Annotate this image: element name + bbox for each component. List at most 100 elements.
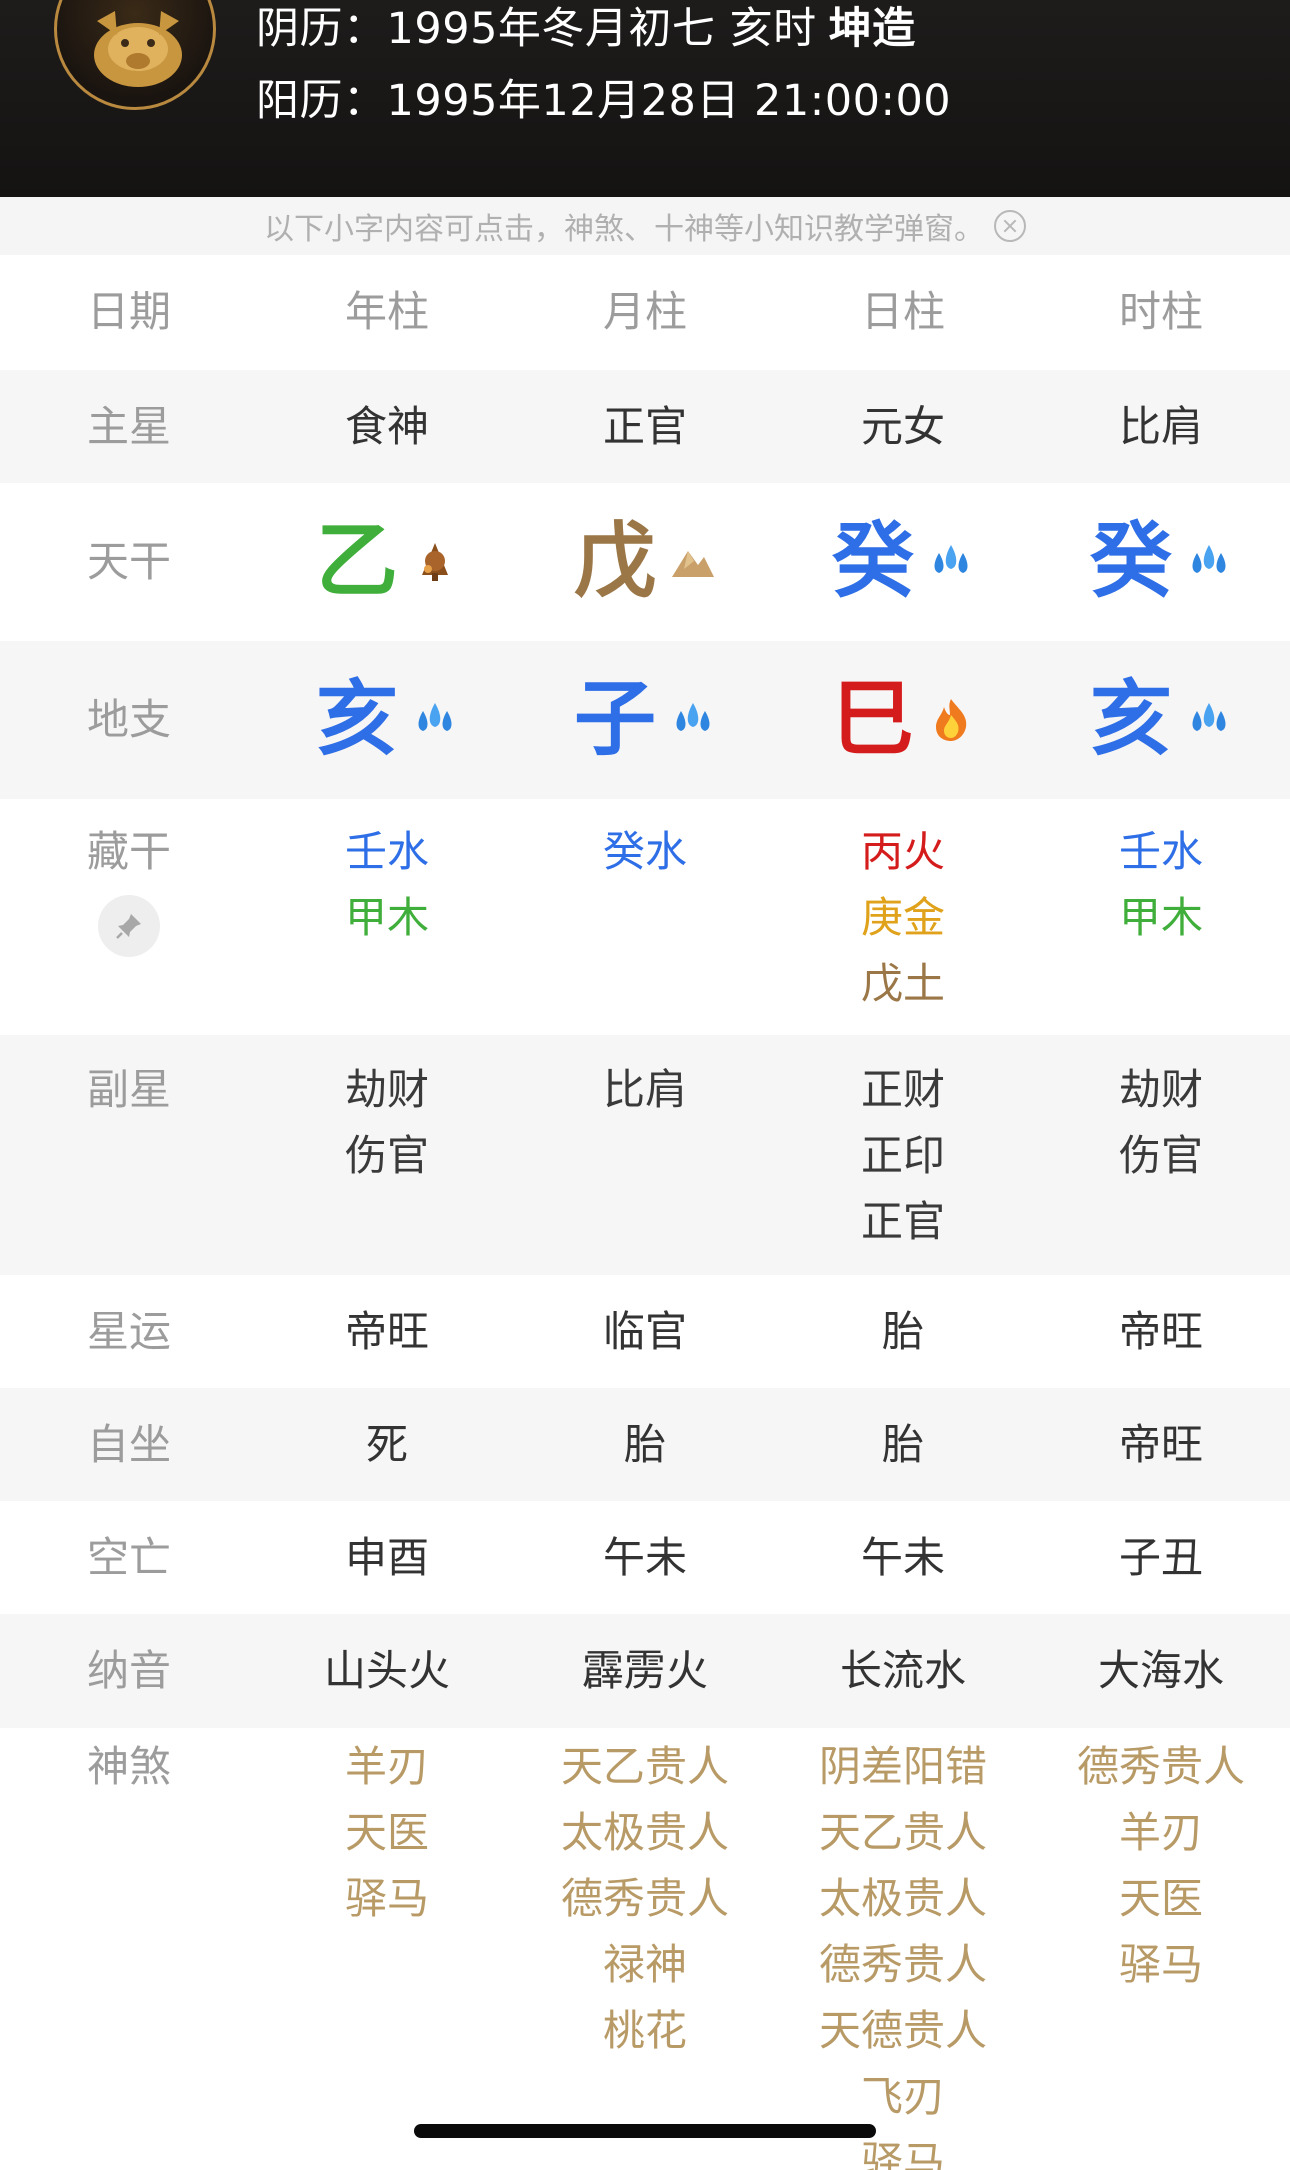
shensha-item[interactable]: 羊刃 <box>1032 1800 1290 1866</box>
main-star-year[interactable]: 食神 <box>258 394 516 460</box>
sub-star-item[interactable]: 正印 <box>774 1123 1032 1189</box>
earthly-branch-hour[interactable]: 亥 <box>1032 670 1290 770</box>
earthly-branch-day[interactable]: 巳 <box>774 670 1032 770</box>
heavenly-stem-hour[interactable]: 癸 <box>1032 512 1290 612</box>
sub-star-item[interactable]: 伤官 <box>1032 1123 1290 1189</box>
sub-star-month[interactable]: 比肩 <box>516 1057 774 1123</box>
hidden-stem-item[interactable]: 壬水 <box>1032 819 1290 885</box>
main-star-day[interactable]: 元女 <box>774 394 1032 460</box>
shensha-item[interactable]: 天德贵人 <box>774 1998 1032 2064</box>
self-seat-month[interactable]: 胎 <box>516 1412 774 1478</box>
star-luck-year[interactable]: 帝旺 <box>258 1299 516 1365</box>
kongwang-label[interactable]: 空亡 <box>0 1525 258 1591</box>
shensha-item[interactable]: 飞刃 <box>774 2064 1032 2130</box>
home-indicator[interactable] <box>414 2124 876 2138</box>
shensha-item[interactable]: 太极贵人 <box>516 1800 774 1866</box>
pin-toggle-button[interactable] <box>98 895 160 957</box>
sub-star-year[interactable]: 劫财 伤官 <box>258 1057 516 1189</box>
star-luck-month[interactable]: 临官 <box>516 1299 774 1365</box>
sub-star-item[interactable]: 正财 <box>774 1057 1032 1123</box>
shensha-item[interactable]: 桃花 <box>516 1998 774 2064</box>
self-seat-day[interactable]: 胎 <box>774 1412 1032 1478</box>
hidden-stem-row: 藏干 壬水 甲木 癸水 丙火 庚金 戊土 壬水 甲木 <box>0 799 1290 1035</box>
shensha-item[interactable]: 天乙贵人 <box>516 1734 774 1800</box>
shensha-year[interactable]: 羊刃 天医 驿马 <box>258 1734 516 1932</box>
nayin-label[interactable]: 纳音 <box>0 1638 258 1704</box>
hidden-stem-item[interactable]: 甲木 <box>258 885 516 951</box>
shensha-day[interactable]: 阴差阳错 天乙贵人 太极贵人 德秀贵人 天德贵人 飞刃 驿马 <box>774 1734 1032 2170</box>
shensha-item[interactable]: 德秀贵人 <box>1032 1734 1290 1800</box>
self-seat-year[interactable]: 死 <box>258 1412 516 1478</box>
hidden-stem-item[interactable]: 丙火 <box>774 819 1032 885</box>
shensha-item[interactable]: 天乙贵人 <box>774 1800 1032 1866</box>
sub-star-day[interactable]: 正财 正印 正官 <box>774 1057 1032 1255</box>
profile-header: 阴历：1995年冬月初七 亥时 坤造 阳历：1995年12月28日 21:00:0… <box>0 0 1290 197</box>
shensha-item[interactable]: 羊刃 <box>258 1734 516 1800</box>
hidden-stem-item[interactable]: 甲木 <box>1032 885 1290 951</box>
hidden-stem-month[interactable]: 癸水 <box>516 819 774 885</box>
hidden-stem-year[interactable]: 壬水 甲木 <box>258 819 516 951</box>
earthly-branch-label[interactable]: 地支 <box>0 687 258 753</box>
heavenly-stem-row: 天干 乙 戊 癸 癸 <box>0 483 1290 641</box>
sub-star-hour[interactable]: 劫财 伤官 <box>1032 1057 1290 1189</box>
hidden-stem-item[interactable]: 癸水 <box>516 819 774 885</box>
main-star-month[interactable]: 正官 <box>516 394 774 460</box>
earthly-branch-row: 地支 亥 子 巳 亥 <box>0 641 1290 799</box>
kongwang-year[interactable]: 申酉 <box>258 1525 516 1591</box>
nayin-day[interactable]: 长流水 <box>774 1638 1032 1704</box>
sub-star-item[interactable]: 伤官 <box>258 1123 516 1189</box>
main-star-row: 主星 食神 正官 元女 比肩 <box>0 370 1290 483</box>
sub-star-item[interactable]: 正官 <box>774 1189 1032 1255</box>
heavenly-stem-month[interactable]: 戊 <box>516 512 774 612</box>
kongwang-month[interactable]: 午未 <box>516 1525 774 1591</box>
close-icon[interactable] <box>994 210 1026 242</box>
stem-char: 乙 <box>315 514 398 609</box>
shensha-hour[interactable]: 德秀贵人 羊刃 天医 驿马 <box>1032 1734 1290 1998</box>
sub-star-item[interactable]: 劫财 <box>1032 1057 1290 1123</box>
star-luck-label[interactable]: 星运 <box>0 1299 258 1365</box>
kongwang-day[interactable]: 午未 <box>774 1525 1032 1591</box>
hidden-stem-day[interactable]: 丙火 庚金 戊土 <box>774 819 1032 1017</box>
main-star-hour[interactable]: 比肩 <box>1032 394 1290 460</box>
sub-star-label[interactable]: 副星 <box>0 1057 258 1123</box>
hidden-stem-item[interactable]: 壬水 <box>258 819 516 885</box>
shensha-item[interactable]: 驿马 <box>1032 1932 1290 1998</box>
shensha-item[interactable]: 德秀贵人 <box>516 1866 774 1932</box>
shensha-month[interactable]: 天乙贵人 太极贵人 德秀贵人 禄神 桃花 <box>516 1734 774 2064</box>
shensha-item[interactable]: 禄神 <box>516 1932 774 1998</box>
nayin-month[interactable]: 霹雳火 <box>516 1638 774 1704</box>
shensha-item[interactable]: 天医 <box>258 1800 516 1866</box>
earthly-branch-month[interactable]: 子 <box>516 670 774 770</box>
nayin-year[interactable]: 山头火 <box>258 1638 516 1704</box>
earthly-branch-year[interactable]: 亥 <box>258 670 516 770</box>
sub-star-item[interactable]: 劫财 <box>258 1057 516 1123</box>
shensha-label[interactable]: 神煞 <box>0 1734 258 1800</box>
water-element-icon <box>1192 545 1226 573</box>
stem-char: 戊 <box>573 514 656 609</box>
heavenly-stem-year[interactable]: 乙 <box>258 512 516 612</box>
heavenly-stem-label[interactable]: 天干 <box>0 529 258 595</box>
shensha-item[interactable]: 德秀贵人 <box>774 1932 1032 1998</box>
shensha-item[interactable]: 驿马 <box>258 1866 516 1932</box>
self-seat-label[interactable]: 自坐 <box>0 1412 258 1478</box>
hidden-stem-label[interactable]: 藏干 <box>0 819 258 885</box>
nayin-hour[interactable]: 大海水 <box>1032 1638 1290 1704</box>
main-star-label[interactable]: 主星 <box>0 394 258 460</box>
zodiac-pig-avatar[interactable] <box>54 0 216 110</box>
hidden-stem-item[interactable]: 戊土 <box>774 951 1032 1017</box>
kongwang-hour[interactable]: 子丑 <box>1032 1525 1290 1591</box>
pin-icon <box>116 914 141 939</box>
star-luck-hour[interactable]: 帝旺 <box>1032 1299 1290 1365</box>
fire-element-icon <box>936 699 967 741</box>
heavenly-stem-day[interactable]: 癸 <box>774 512 1032 612</box>
water-element-icon <box>418 703 452 731</box>
shensha-item[interactable]: 天医 <box>1032 1866 1290 1932</box>
self-seat-hour[interactable]: 帝旺 <box>1032 1412 1290 1478</box>
shensha-item[interactable]: 太极贵人 <box>774 1866 1032 1932</box>
hidden-stem-hour[interactable]: 壬水 甲木 <box>1032 819 1290 951</box>
shensha-item[interactable]: 阴差阳错 <box>774 1734 1032 1800</box>
hidden-stem-item[interactable]: 庚金 <box>774 885 1032 951</box>
column-header-hour: 时柱 <box>1118 287 1203 336</box>
star-luck-day[interactable]: 胎 <box>774 1299 1032 1365</box>
sub-star-item[interactable]: 比肩 <box>516 1057 774 1123</box>
